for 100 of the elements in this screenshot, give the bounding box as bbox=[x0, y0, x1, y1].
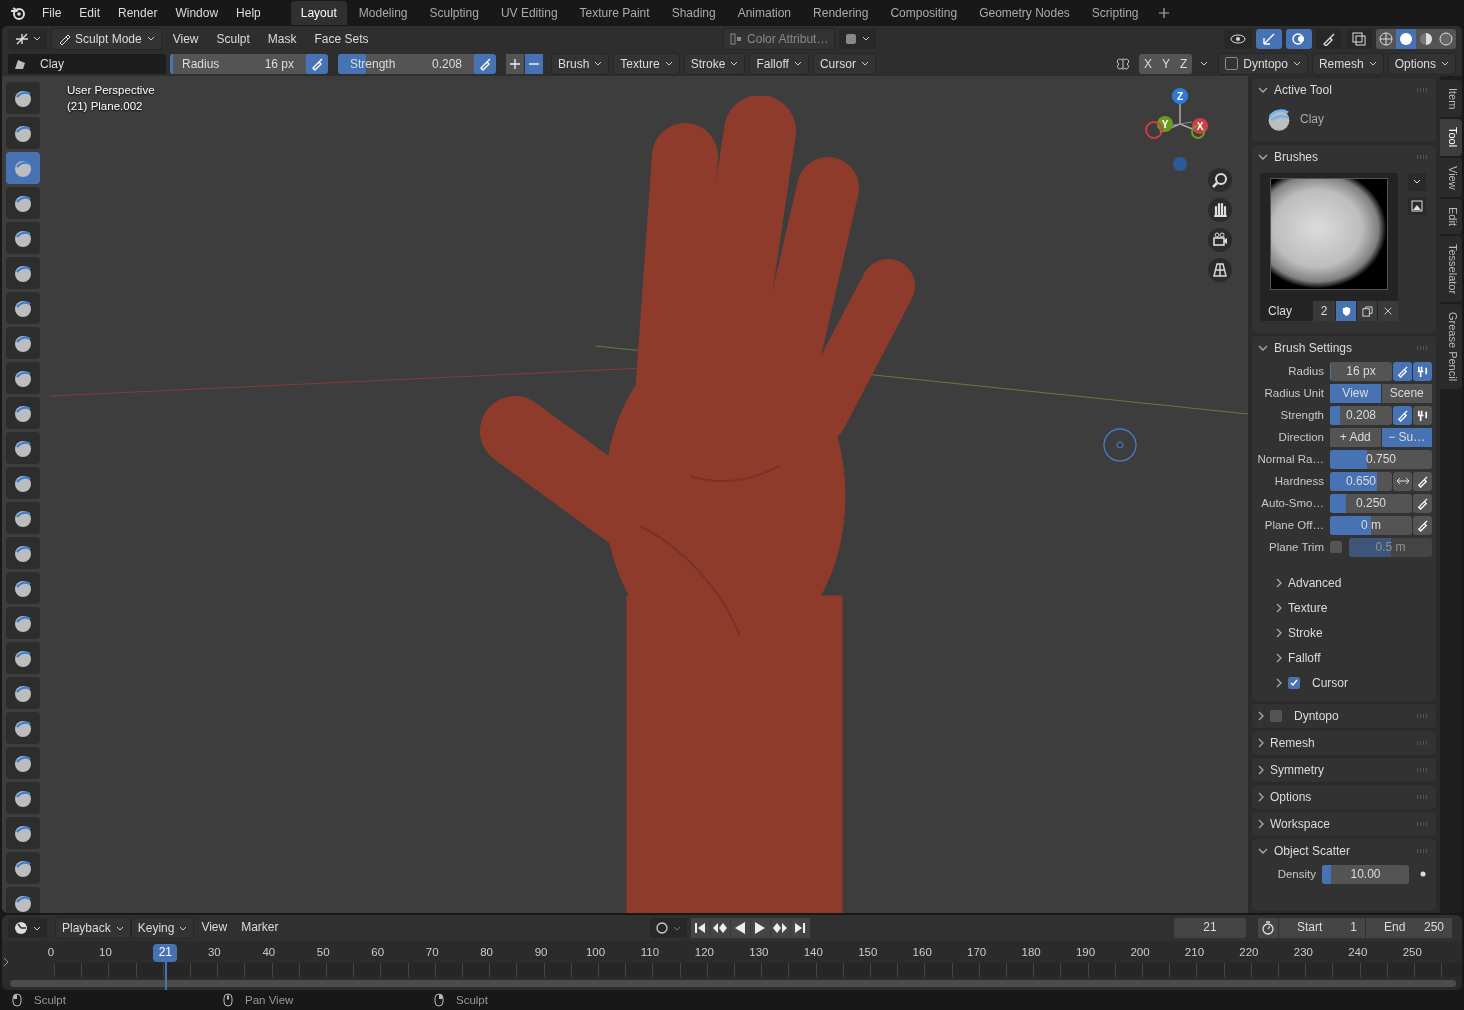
workspace-tab[interactable]: UV Editing bbox=[490, 1, 568, 25]
workspace-tab[interactable]: Animation bbox=[727, 1, 802, 25]
panel-title[interactable]: Object Scatter bbox=[1274, 844, 1351, 858]
frame-track[interactable] bbox=[54, 963, 1462, 977]
panel-title[interactable]: Brush Settings bbox=[1274, 341, 1353, 355]
chevron-right-icon[interactable] bbox=[1258, 819, 1264, 829]
image-button[interactable] bbox=[1408, 197, 1426, 215]
drag-handle-icon[interactable] bbox=[1416, 768, 1428, 772]
menu-item[interactable]: Render bbox=[110, 3, 166, 23]
panel-title[interactable]: Brushes bbox=[1274, 150, 1319, 164]
workspace-tab[interactable]: Texture Paint bbox=[569, 1, 660, 25]
workspace-tab[interactable]: Shading bbox=[661, 1, 726, 25]
color-attribute-dropdown[interactable]: Color Attribut… bbox=[723, 27, 836, 50]
fake-user-button[interactable] bbox=[1336, 301, 1356, 321]
sculpt-tool-button[interactable] bbox=[6, 852, 40, 884]
add-workspace-icon[interactable] bbox=[1158, 8, 1169, 18]
sculpt-tool-button[interactable] bbox=[6, 817, 40, 849]
menu-item[interactable]: View bbox=[194, 917, 235, 939]
workspace-tab[interactable]: Compositing bbox=[880, 1, 968, 25]
dyntopo-dropdown[interactable]: Dyntopo bbox=[1218, 52, 1308, 75]
dropdown-menu[interactable]: Falloff bbox=[749, 52, 809, 75]
pressure-button[interactable] bbox=[306, 53, 328, 74]
brush-name-field[interactable]: Clay bbox=[1260, 301, 1313, 321]
direction-button[interactable] bbox=[506, 53, 524, 74]
jump-end-button[interactable] bbox=[790, 918, 810, 938]
dropdown-menu[interactable]: Brush bbox=[551, 52, 610, 75]
chevron-right-icon[interactable] bbox=[1258, 711, 1264, 721]
sidebar-tab[interactable]: Tool bbox=[1440, 119, 1462, 156]
sculpt-tool-button[interactable] bbox=[6, 292, 40, 324]
prev-keyframe-button[interactable] bbox=[710, 918, 730, 938]
chevron-right-icon[interactable] bbox=[1258, 738, 1264, 748]
pan-hand-icon[interactable] bbox=[1208, 198, 1232, 222]
dropdown-menu[interactable]: Stroke bbox=[683, 52, 746, 75]
toggle-option[interactable]: Scene bbox=[1381, 383, 1432, 403]
mode-dropdown[interactable]: Sculpt Mode bbox=[51, 27, 162, 50]
chevron-right-icon[interactable] bbox=[1258, 792, 1264, 802]
toggle-option[interactable]: + Add bbox=[1330, 427, 1381, 447]
dropdown-menu[interactable]: Cursor bbox=[812, 52, 876, 75]
menu-item[interactable]: Marker bbox=[234, 917, 286, 939]
symmetry-axis-toggle[interactable]: Z bbox=[1174, 53, 1193, 74]
menu-item[interactable]: Playback bbox=[55, 917, 131, 939]
sculpt-tool-button[interactable] bbox=[6, 782, 40, 814]
menu-item[interactable]: Window bbox=[167, 3, 227, 23]
timeline-scrollbar[interactable] bbox=[10, 980, 1456, 987]
brush-preview-image[interactable] bbox=[1270, 178, 1388, 290]
sculpt-tool-button[interactable] bbox=[6, 117, 40, 149]
play-button[interactable] bbox=[750, 918, 770, 938]
stopwatch-button[interactable] bbox=[1258, 918, 1278, 938]
sculpt-tool-button[interactable] bbox=[6, 467, 40, 499]
sidebar-tab[interactable]: Edit bbox=[1440, 199, 1462, 235]
checkbox[interactable] bbox=[1270, 710, 1282, 722]
pressure-button[interactable] bbox=[474, 53, 496, 74]
play-reverse-button[interactable] bbox=[730, 918, 750, 938]
menu-item[interactable]: View bbox=[165, 28, 206, 49]
transform-pivot-button[interactable] bbox=[8, 28, 47, 49]
workspace-tab[interactable]: Sculpting bbox=[419, 1, 489, 25]
value-slider[interactable]: 0.250 bbox=[1330, 493, 1412, 513]
visibility-button[interactable] bbox=[1224, 28, 1252, 49]
color-dropdown[interactable] bbox=[839, 28, 877, 49]
chevron-down-icon[interactable] bbox=[1258, 154, 1268, 160]
drag-handle-icon[interactable] bbox=[1416, 741, 1428, 745]
value-slider[interactable]: 0.208 bbox=[1330, 405, 1392, 425]
panel-title[interactable]: Options bbox=[1270, 790, 1312, 804]
subpanel-title[interactable]: Falloff bbox=[1288, 650, 1321, 665]
workspace-tab[interactable]: Layout bbox=[290, 1, 347, 25]
pressure-button[interactable] bbox=[1413, 471, 1432, 491]
chevron-right-icon[interactable] bbox=[1276, 627, 1282, 638]
remesh-dropdown[interactable]: Remesh bbox=[1311, 52, 1384, 75]
radius-slider[interactable]: Radius 16 px bbox=[170, 53, 306, 74]
sculpt-tool-button[interactable] bbox=[6, 712, 40, 744]
drag-handle-icon[interactable] bbox=[1416, 714, 1428, 718]
pressure-button[interactable] bbox=[1413, 515, 1432, 535]
axis-gizmo-drawing[interactable]: Z Y X bbox=[1142, 84, 1222, 174]
sculpt-tool-button[interactable] bbox=[6, 362, 40, 394]
pressure-button[interactable] bbox=[1393, 405, 1412, 425]
sculpt-tool-button[interactable] bbox=[6, 502, 40, 534]
logo-icon[interactable] bbox=[10, 5, 26, 21]
chevron-right-icon[interactable] bbox=[1276, 677, 1282, 688]
dyntopo-checkbox[interactable] bbox=[1225, 57, 1239, 70]
sculpt-tool-button[interactable] bbox=[6, 887, 40, 913]
workspace-tab[interactable]: Geometry Nodes bbox=[969, 1, 1080, 25]
sculpt-tool-button[interactable] bbox=[6, 537, 40, 569]
jump-start-button[interactable] bbox=[690, 918, 710, 938]
camera-icon[interactable] bbox=[1208, 228, 1232, 252]
end-frame-field[interactable]: End 250 bbox=[1366, 918, 1452, 938]
brush-field[interactable]: Clay bbox=[8, 53, 166, 74]
sidebar-tab[interactable]: View bbox=[1440, 157, 1462, 198]
keyframe-dot-icon[interactable] bbox=[1420, 871, 1426, 877]
sculpt-tool-button[interactable] bbox=[6, 82, 40, 114]
panel-title[interactable]: Workspace bbox=[1270, 817, 1330, 831]
pressure-button[interactable] bbox=[1413, 493, 1432, 513]
sculpt-tool-button[interactable] bbox=[6, 397, 40, 429]
toggle-option[interactable]: View bbox=[1330, 383, 1381, 403]
sculpt-tool-button[interactable] bbox=[6, 257, 40, 289]
chevron-down-icon[interactable] bbox=[1258, 87, 1268, 93]
sculpt-tool-button[interactable] bbox=[6, 607, 40, 639]
next-keyframe-button[interactable] bbox=[770, 918, 790, 938]
pressure-button[interactable] bbox=[1393, 361, 1412, 381]
brush-users-count[interactable]: 2 bbox=[1313, 301, 1335, 321]
value-slider[interactable]: 0 m bbox=[1330, 515, 1412, 535]
